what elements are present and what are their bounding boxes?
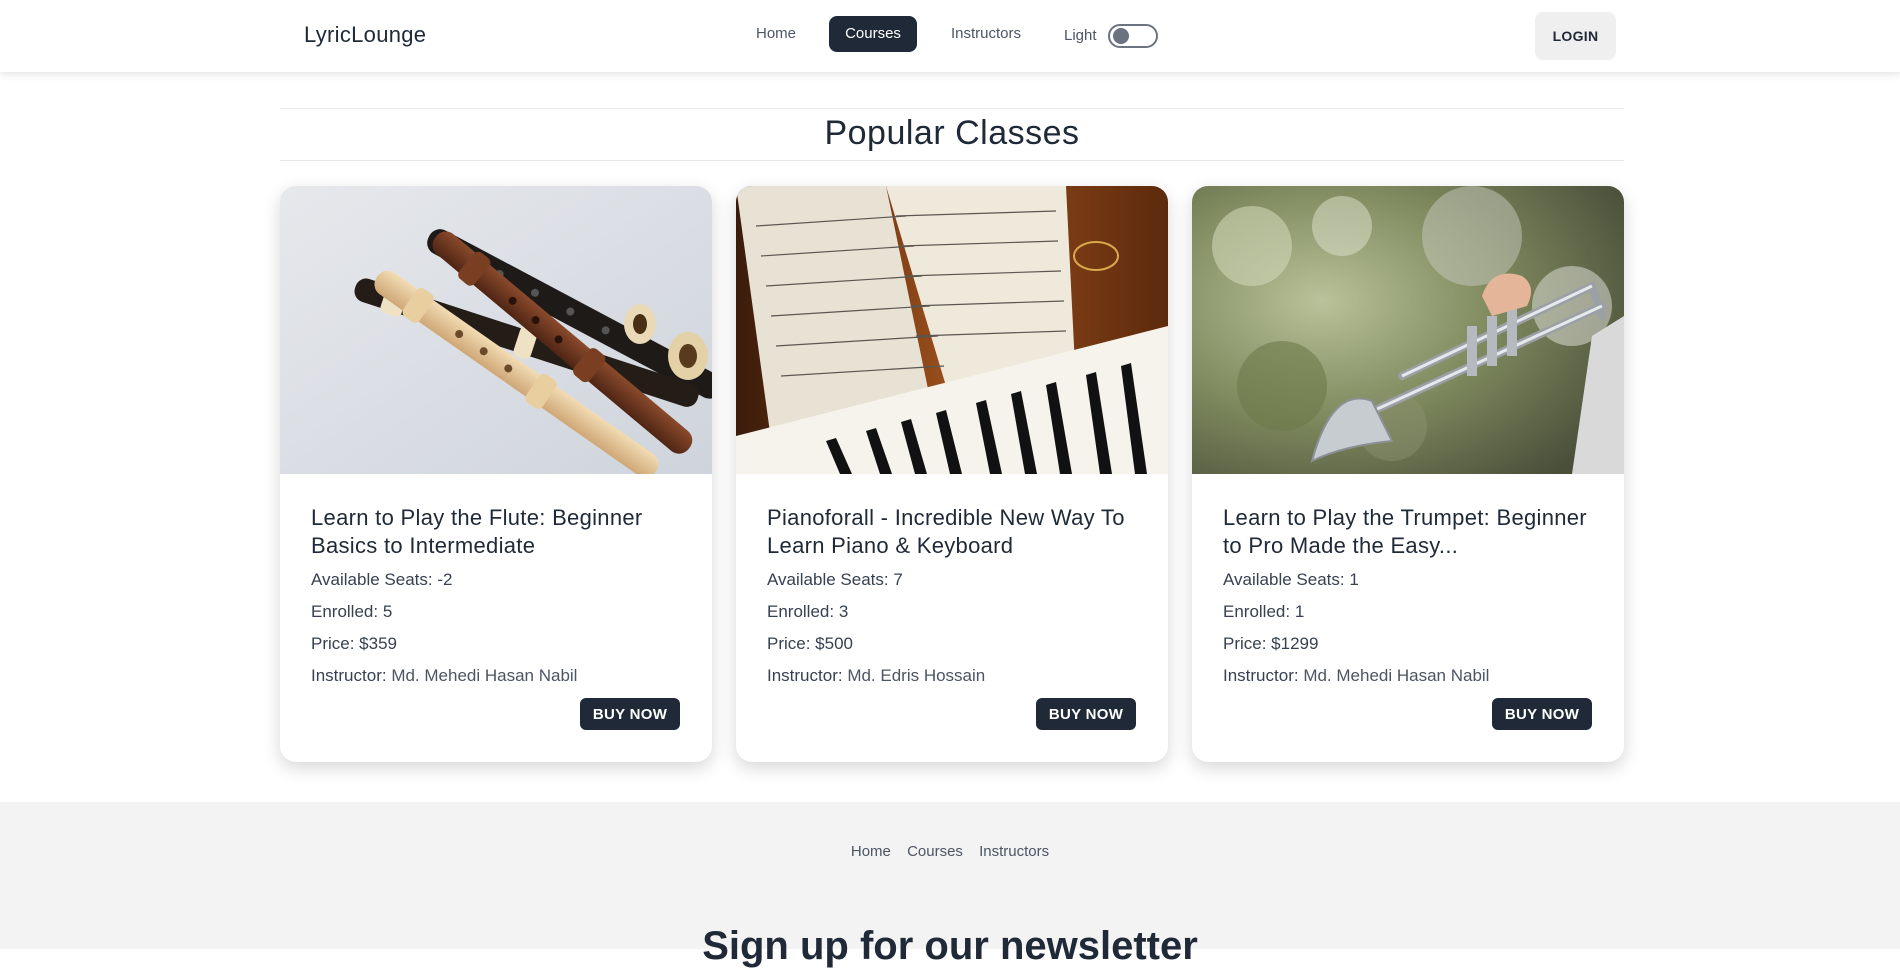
footer: Home Courses Instructors Sign up for our… [0, 802, 1900, 968]
course-title[interactable]: Pianoforall - Incredible New Way To Lear… [767, 504, 1139, 562]
footer-link-courses[interactable]: Courses [907, 843, 963, 860]
available-seats: Available Seats: -2 [311, 568, 683, 592]
card-body: Learn to Play the Trumpet: Beginner to P… [1223, 504, 1595, 688]
instructor-label: Instructor: [311, 666, 392, 685]
available-seats: Available Seats: 7 [767, 568, 1139, 592]
enrolled-label: Enrolled: [1223, 602, 1295, 621]
price-value: 1299 [1280, 634, 1319, 653]
nav-instructors[interactable]: Instructors [941, 16, 1031, 52]
enrolled-value: 3 [838, 602, 849, 621]
course-card: Learn to Play the Flute: Beginner Basics… [280, 186, 712, 762]
course-instructor: Instructor: Md. Mehedi Hasan Nabil [1223, 664, 1595, 688]
price-label: Price: $ [311, 634, 369, 653]
instructor-name: Md. Mehedi Hasan Nabil [1303, 666, 1490, 685]
instructor-name: Md. Mehedi Hasan Nabil [391, 666, 578, 685]
enrolled-label: Enrolled: [311, 602, 383, 621]
enrolled-value: 1 [1294, 602, 1305, 621]
title-divider-bottom [280, 160, 1624, 161]
trumpet-photo [1192, 186, 1624, 474]
buy-now-button[interactable]: BUY NOW [580, 698, 680, 730]
course-price: Price: $500 [767, 632, 1139, 656]
footer-link-instructors[interactable]: Instructors [979, 843, 1049, 860]
title-divider-top [280, 108, 1624, 109]
course-price: Price: $1299 [1223, 632, 1595, 656]
course-card: Learn to Play the Trumpet: Beginner to P… [1192, 186, 1624, 762]
toggle-knob [1113, 28, 1129, 44]
nav-courses[interactable]: Courses [829, 16, 917, 52]
newsletter-title: Sign up for our newsletter [702, 924, 1198, 968]
seats-value: 1 [1349, 570, 1359, 589]
course-instructor: Instructor: Md. Mehedi Hasan Nabil [311, 664, 683, 688]
buy-now-button[interactable]: BUY NOW [1036, 698, 1136, 730]
enrolled-count: Enrolled: 5 [311, 600, 683, 624]
instructor-label: Instructor: [1223, 666, 1304, 685]
available-seats: Available Seats: 1 [1223, 568, 1595, 592]
price-label: Price: $ [1223, 634, 1281, 653]
card-body: Pianoforall - Incredible New Way To Lear… [767, 504, 1139, 688]
flutes-photo [280, 186, 712, 474]
course-price: Price: $359 [311, 632, 683, 656]
instructor-name: Md. Edris Hossain [847, 666, 986, 685]
price-value: 500 [824, 634, 854, 653]
footer-nav: Home Courses Instructors [0, 843, 1900, 860]
footer-link-home[interactable]: Home [851, 843, 891, 860]
buy-now-button[interactable]: BUY NOW [1492, 698, 1592, 730]
price-label: Price: $ [767, 634, 825, 653]
course-title[interactable]: Learn to Play the Flute: Beginner Basics… [311, 504, 683, 562]
enrolled-count: Enrolled: 1 [1223, 600, 1595, 624]
course-card: Pianoforall - Incredible New Way To Lear… [736, 186, 1168, 762]
instructor-label: Instructor: [767, 666, 848, 685]
enrolled-value: 5 [382, 602, 393, 621]
brand-logo[interactable]: LyricLounge [304, 22, 426, 48]
seats-value: 7 [893, 570, 903, 589]
price-value: 359 [368, 634, 398, 653]
login-button[interactable]: LOGIN [1535, 12, 1616, 60]
course-instructor: Instructor: Md. Edris Hossain [767, 664, 1139, 688]
course-title[interactable]: Learn to Play the Trumpet: Beginner to P… [1223, 504, 1595, 562]
enrolled-label: Enrolled: [767, 602, 839, 621]
seats-label: Available Seats: [311, 570, 438, 589]
seats-label: Available Seats: [1223, 570, 1350, 589]
card-body: Learn to Play the Flute: Beginner Basics… [311, 504, 683, 688]
nav-home[interactable]: Home [742, 16, 810, 52]
section-title: Popular Classes [824, 114, 1080, 152]
theme-toggle[interactable] [1108, 24, 1158, 48]
theme-label: Light [1064, 27, 1097, 44]
navbar: LyricLounge Home Courses Instructors Lig… [0, 0, 1900, 72]
seats-value: -2 [437, 570, 453, 589]
enrolled-count: Enrolled: 3 [767, 600, 1139, 624]
piano-sheet-music-photo [736, 186, 1168, 474]
seats-label: Available Seats: [767, 570, 894, 589]
